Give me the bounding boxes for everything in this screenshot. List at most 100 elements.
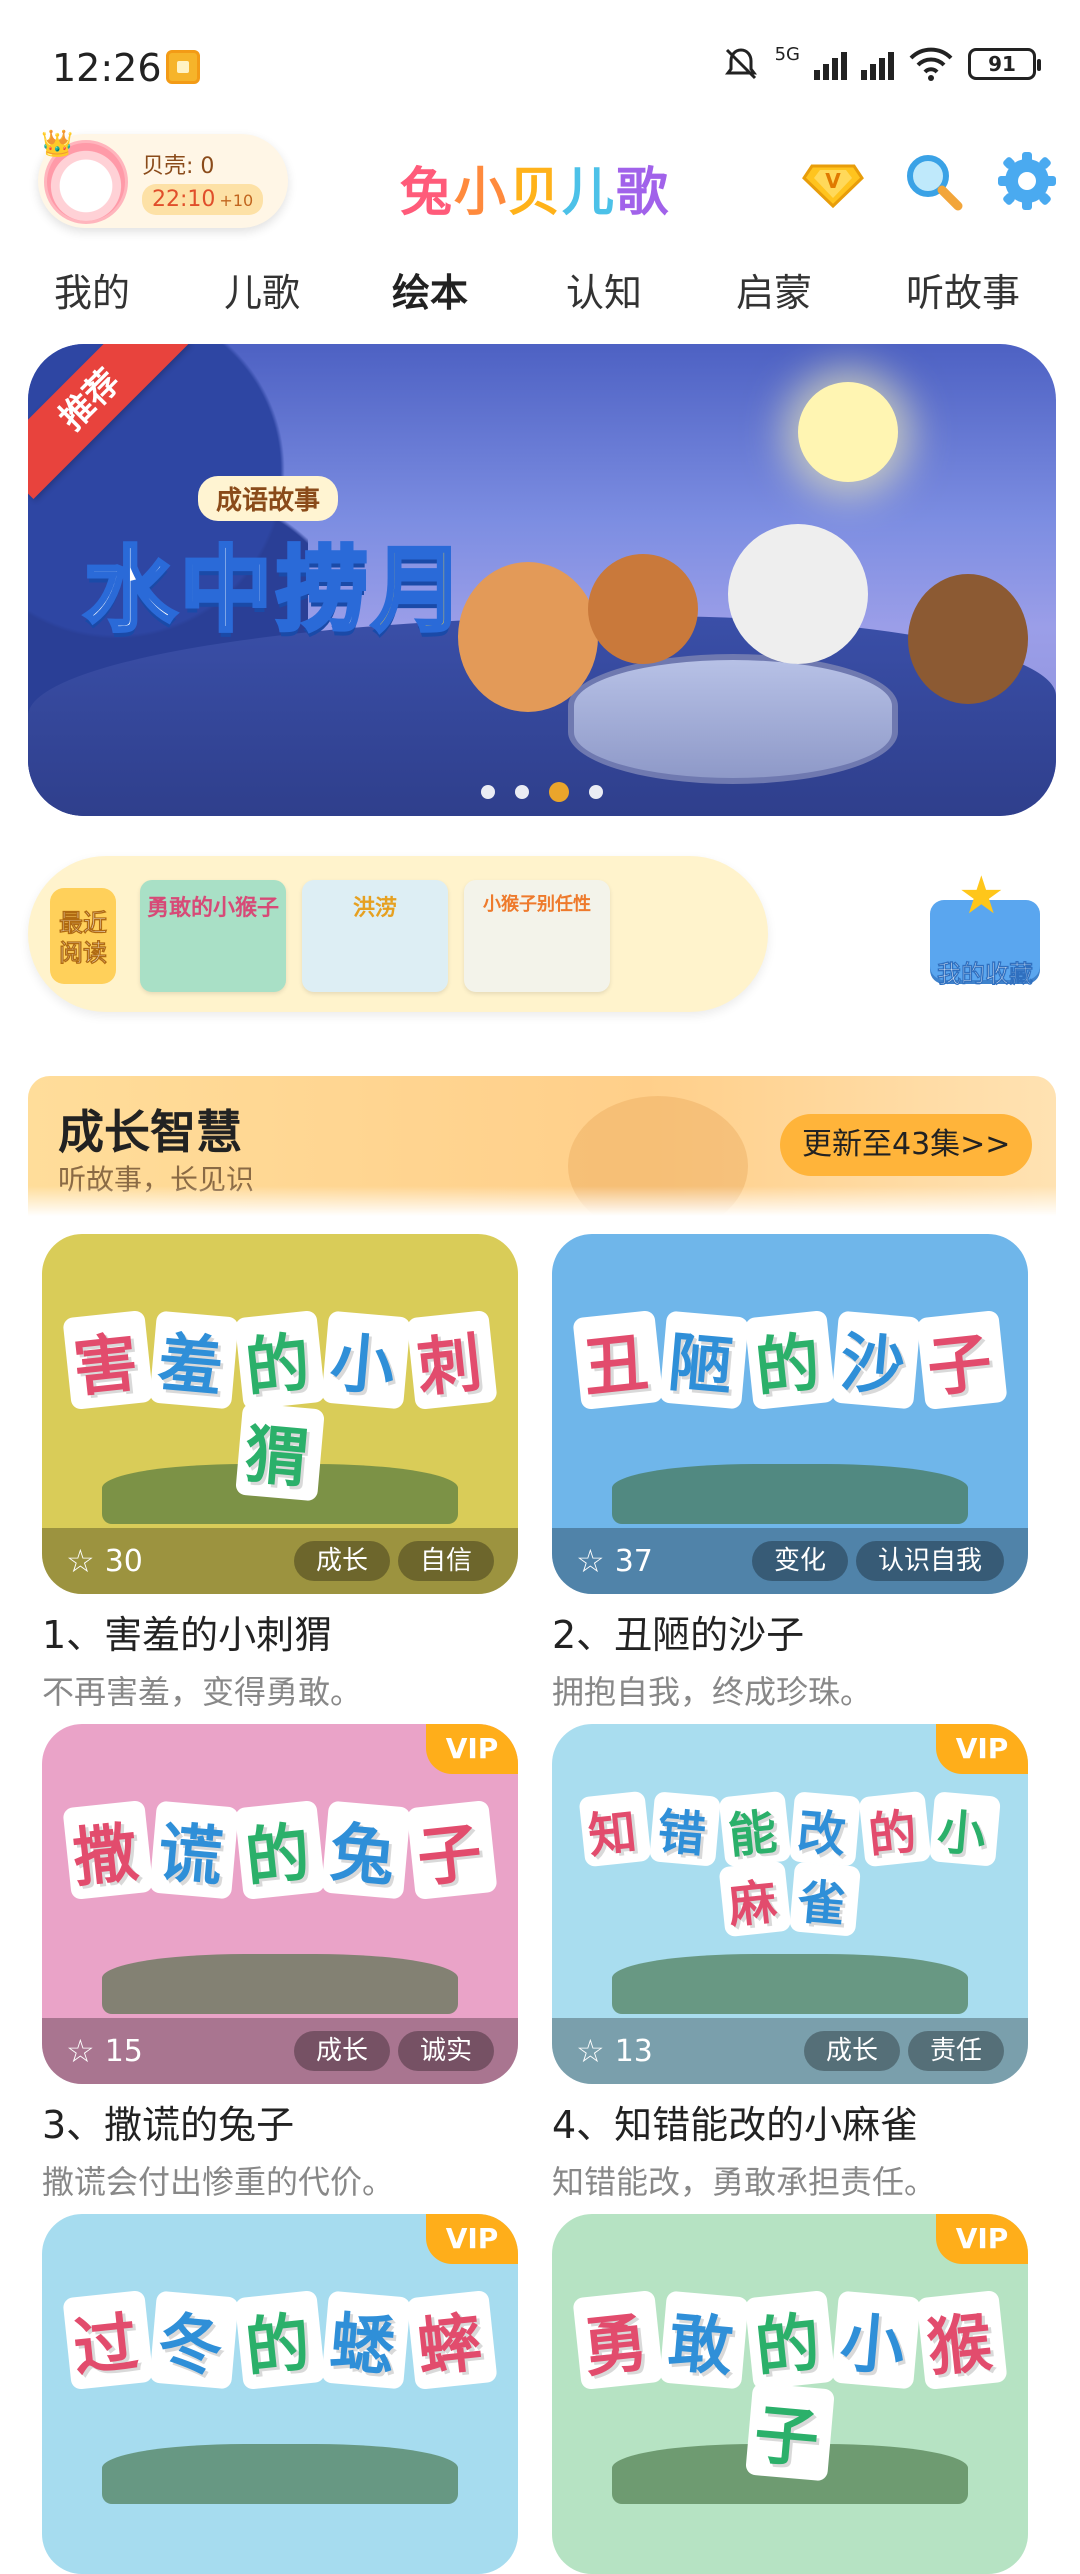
battery-icon: 91	[968, 48, 1041, 80]
tab-mine[interactable]: 我的	[54, 262, 130, 317]
cover-title-char: 能	[718, 1790, 792, 1868]
story-description: 知错能改，勇敢承担责任。	[552, 2163, 937, 2201]
tab-songs[interactable]: 儿歌	[224, 262, 300, 317]
cover-title-char: 丑	[572, 1309, 664, 1411]
banner-moon	[798, 382, 898, 482]
cover-title-char: 小	[321, 1310, 411, 1410]
carousel-dot[interactable]	[589, 785, 603, 799]
story-title[interactable]: 1、害羞的小刺猬	[42, 1604, 518, 1659]
banner-title-part: 水中捞	[82, 535, 373, 646]
story-card[interactable]: 害羞的小刺猬 ☆ 30 成长 自信 1、害羞的小刺猬 不再害羞，变得勇敢。	[42, 1234, 518, 1713]
star-icon: ☆	[576, 2032, 605, 2070]
recent-reading-bar: 最近 阅读 勇敢的小猴子 洪涝 小猴子别任性	[28, 856, 768, 1012]
featured-banner[interactable]: 推荐 成语故事 水中捞月	[28, 344, 1056, 816]
rating-count: 37	[614, 1543, 653, 1579]
banner-title-part: 月	[370, 535, 469, 646]
tab-stories[interactable]: 听故事	[906, 262, 1020, 317]
story-title[interactable]: 4、知错能改的小麻雀	[552, 2094, 1028, 2149]
story-card[interactable]: 丑陋的沙子 ☆ 37 变化 认识自我 2、丑陋的沙子 拥抱自我，终成珍珠。	[552, 1234, 1028, 1713]
rating-count: 15	[104, 2033, 143, 2069]
cover-title-art: 勇敢的小猴子	[552, 2289, 1028, 2482]
story-card[interactable]: 撒谎的兔子 VIP ☆ 15 成长 诚实 3、撒谎的兔子 撒谎会付出惨重的代价。	[42, 1724, 518, 2203]
carousel-dot-active[interactable]	[549, 782, 569, 802]
tab-enlightenment[interactable]: 启蒙	[736, 262, 812, 317]
user-card[interactable]: 贝壳: 0 22:10+10	[38, 129, 288, 228]
story-cover[interactable]: 知错能改的小麻雀 VIP ☆ 13 成长 责任	[552, 1724, 1028, 2084]
story-description: 拥抱自我，终成珍珠。	[552, 1673, 873, 1711]
vip-diamond-icon[interactable]: V	[800, 148, 866, 214]
story-cover[interactable]: 丑陋的沙子 ☆ 37 变化 认识自我	[552, 1234, 1028, 1594]
cover-title-char: 错	[649, 1791, 721, 1867]
tab-cognition[interactable]: 认知	[566, 262, 642, 317]
cover-title-char: 麻	[718, 1860, 792, 1938]
story-card[interactable]: 知错能改的小麻雀 VIP ☆ 13 成长 责任 4、知错能改的小麻雀 知错能改，勇敢承担责任。	[552, 1724, 1028, 2203]
cover-title-art: 知错能改的小麻雀	[552, 1790, 1028, 1938]
story-title[interactable]: 2、丑陋的沙子	[552, 1604, 1028, 1659]
recent-label-line: 最近	[59, 909, 108, 938]
star-icon: ☆	[66, 2032, 95, 2070]
cover-title-char: 兔	[321, 1800, 411, 1900]
tab-picture-books[interactable]: 绘本	[369, 262, 491, 317]
cover-meta-bar: ☆ 15 成长 诚实	[42, 2018, 518, 2084]
cover-title-char: 陋	[659, 1310, 749, 1410]
story-tag: 成长	[293, 1541, 390, 1581]
search-icon[interactable]	[900, 148, 966, 214]
cover-title-char: 敢	[659, 2290, 749, 2390]
settings-gear-icon[interactable]	[994, 148, 1060, 214]
story-cover[interactable]: 撒谎的兔子 VIP ☆ 15 成长 诚实	[42, 1724, 518, 2084]
cover-title-char: 改	[789, 1791, 861, 1867]
logo-char: 贝	[508, 163, 563, 223]
recent-reading-label[interactable]: 最近 阅读	[50, 888, 116, 984]
logo-char: 歌	[616, 163, 671, 223]
usage-time-value: 22:10	[152, 187, 216, 212]
signal-2-icon	[861, 48, 894, 80]
cover-title-char: 的	[744, 2289, 836, 2391]
story-title[interactable]: 3、撒谎的兔子	[42, 2094, 518, 2149]
signal-icon	[814, 48, 847, 80]
recent-thumb-title: 小猴子别任性	[483, 894, 591, 915]
tab-picture-books-label: 绘本	[392, 271, 469, 315]
cover-title-char: 小	[831, 2290, 921, 2390]
story-tag: 责任	[907, 2031, 1004, 2071]
vip-badge: VIP	[426, 2214, 518, 2264]
cover-title-char: 的	[858, 1790, 932, 1868]
cover-title-char: 猴	[916, 2289, 1008, 2391]
cover-title-char: 谎	[149, 1800, 239, 1900]
vip-badge: VIP	[936, 2214, 1028, 2264]
story-cover[interactable]: 过冬的蟋蟀 VIP	[42, 2214, 518, 2574]
avatar[interactable]	[41, 129, 128, 224]
story-cover[interactable]: 勇敢的小猴子 VIP	[552, 2214, 1028, 2574]
carousel-dot[interactable]	[481, 785, 495, 799]
cover-title-char: 撒	[62, 1799, 154, 1901]
story-tag: 成长	[293, 2031, 390, 2071]
banner-well	[568, 654, 898, 784]
logo-char: 儿	[562, 163, 617, 223]
notification-app-icon	[166, 50, 200, 84]
story-tag: 认识自我	[855, 1541, 1004, 1581]
cover-title-char: 小	[929, 1791, 1001, 1867]
favorites-button[interactable]: ★ 我的收藏	[920, 866, 1040, 996]
carousel-dots	[28, 782, 1056, 802]
story-description: 撒谎会付出惨重的代价。	[42, 2163, 395, 2201]
mute-bell-icon	[724, 48, 757, 80]
cover-title-art: 撒谎的兔子	[42, 1799, 518, 1901]
story-card[interactable]: 过冬的蟋蟀 VIP	[42, 2214, 518, 2574]
recent-thumb[interactable]: 小猴子别任性	[464, 880, 610, 992]
favorites-label: 我的收藏	[937, 960, 1034, 989]
recent-thumb-title: 勇敢的小猴子	[146, 896, 279, 921]
cover-title-char: 羞	[149, 1310, 239, 1410]
cover-title-art: 害羞的小刺猬	[42, 1309, 518, 1502]
cover-title-char: 知	[578, 1790, 652, 1868]
update-count-button[interactable]: 更新至43集>>	[780, 1114, 1033, 1176]
cover-title-char: 的	[234, 1799, 326, 1901]
recent-thumb[interactable]: 勇敢的小猴子	[140, 880, 286, 992]
cover-title-art: 丑陋的沙子	[552, 1309, 1028, 1411]
carousel-dot[interactable]	[515, 785, 529, 799]
recent-thumb[interactable]: 洪涝	[302, 880, 448, 992]
story-cover[interactable]: 害羞的小刺猬 ☆ 30 成长 自信	[42, 1234, 518, 1594]
star-icon: ☆	[576, 1542, 605, 1580]
cover-title-char: 过	[62, 2289, 154, 2391]
cover-scene	[612, 1954, 968, 2014]
story-tag: 诚实	[397, 2031, 494, 2071]
story-card[interactable]: 勇敢的小猴子 VIP	[552, 2214, 1028, 2574]
